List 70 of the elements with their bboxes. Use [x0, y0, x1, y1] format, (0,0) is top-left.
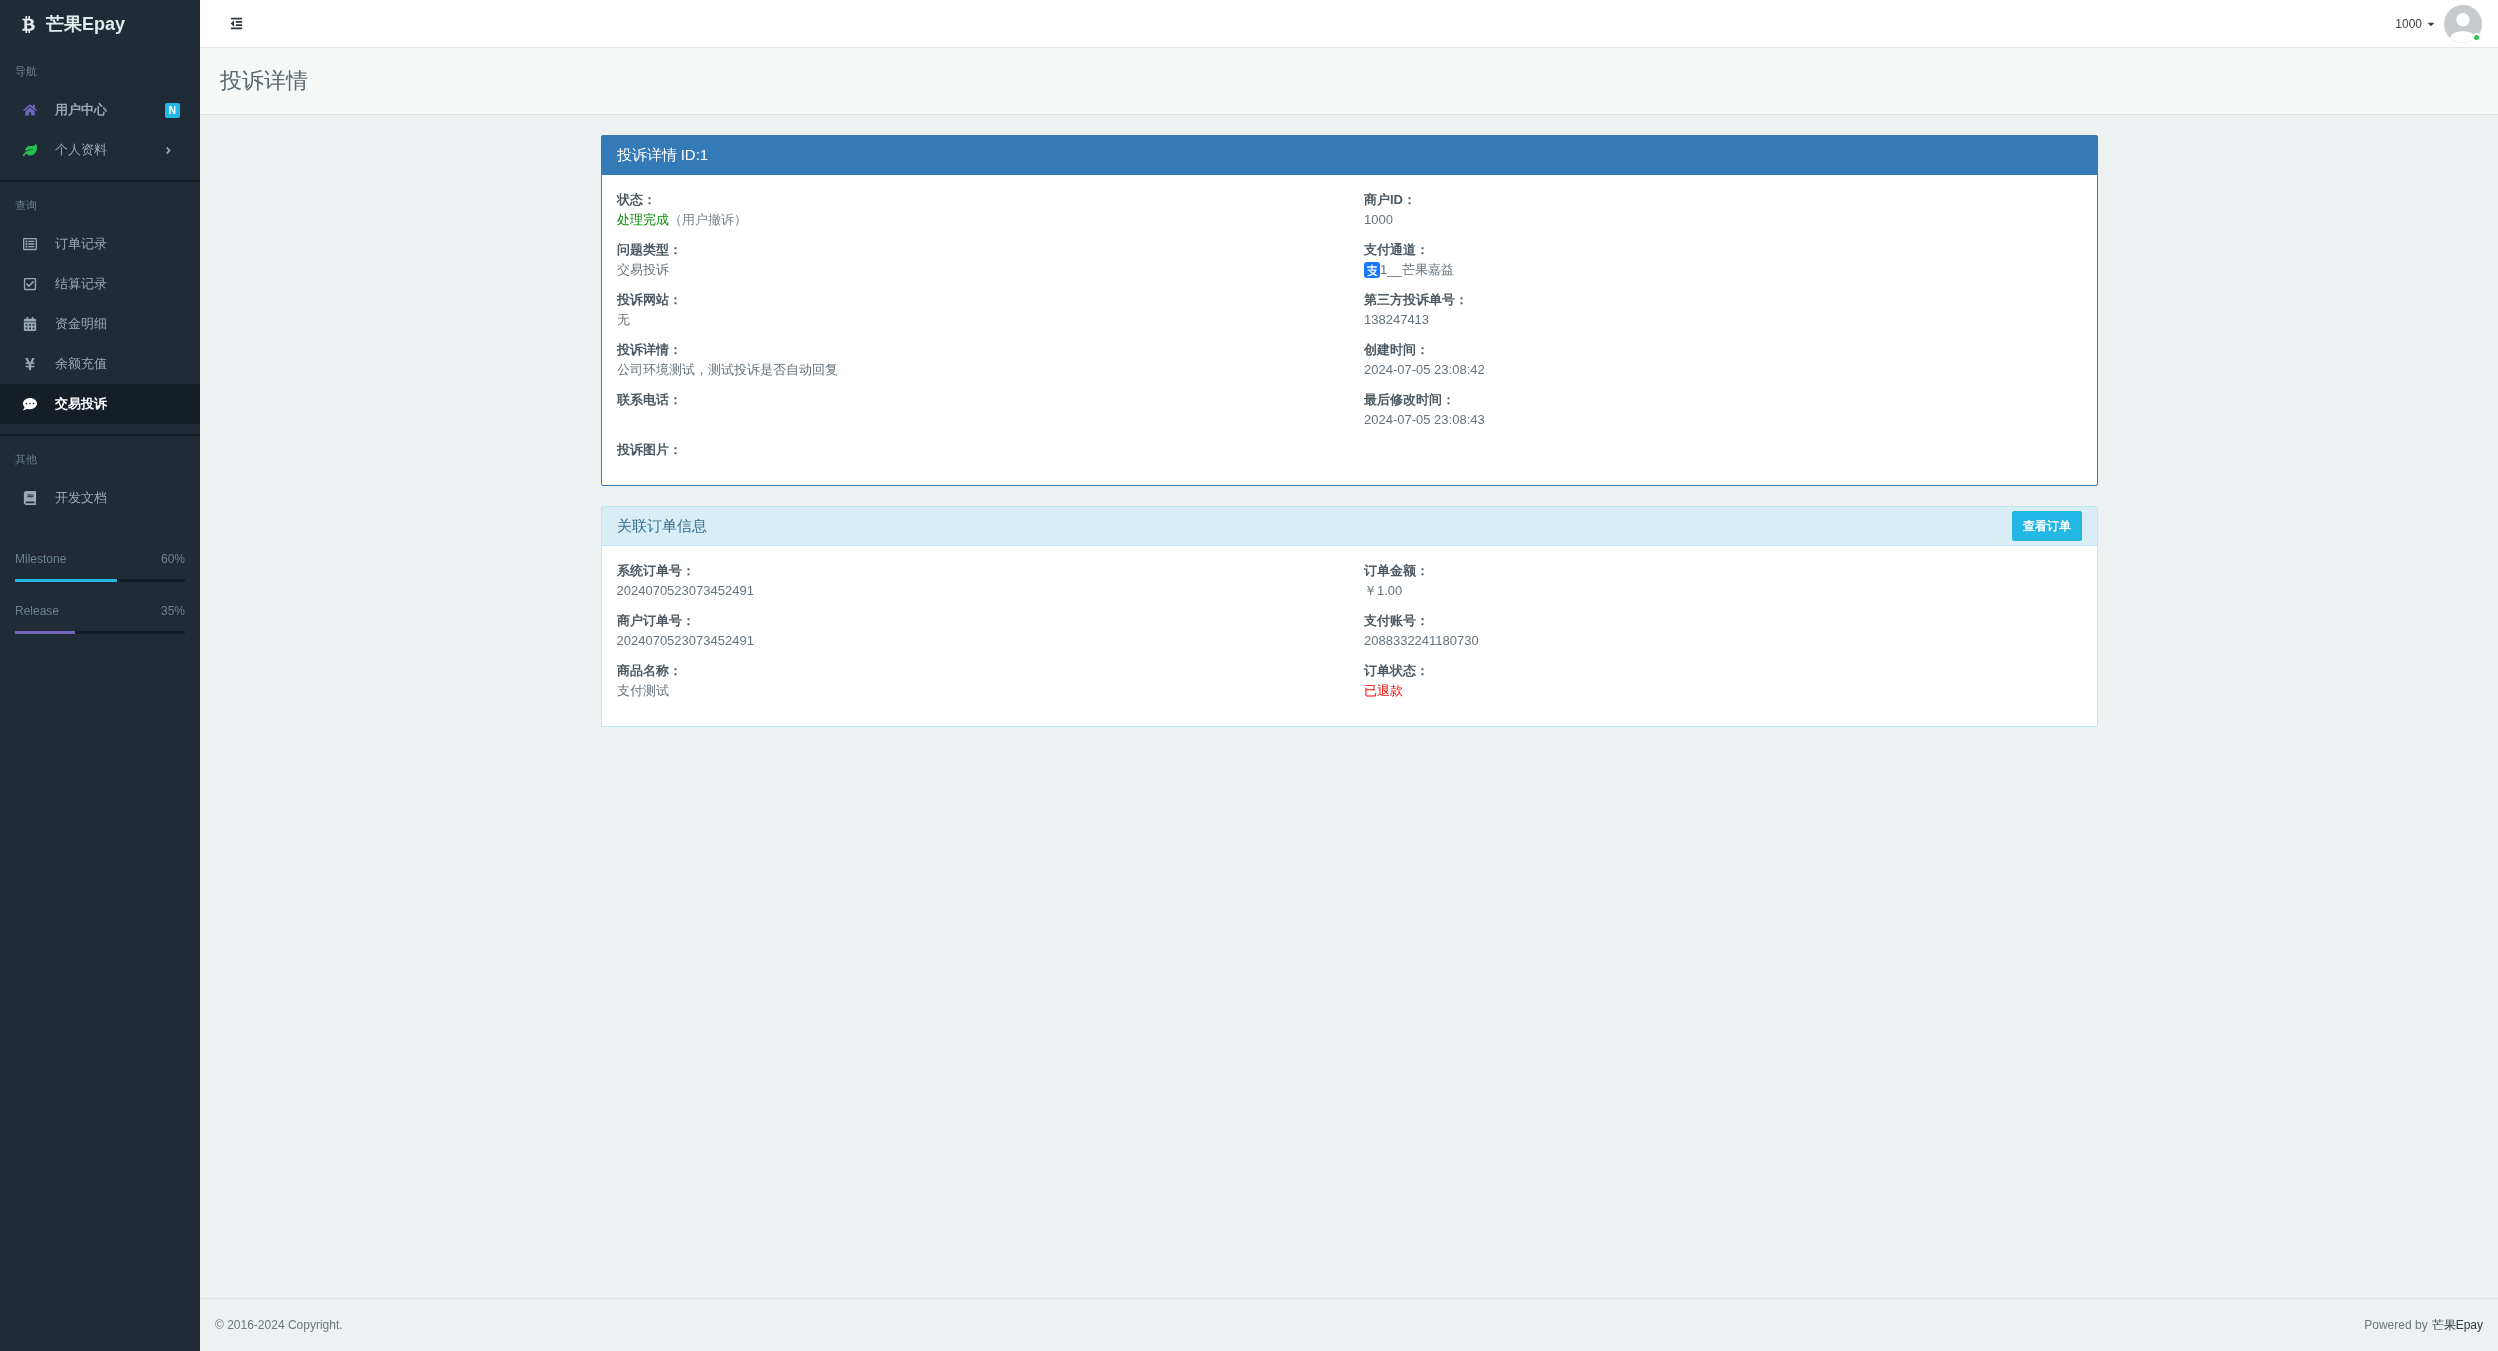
- sidebar-item[interactable]: 订单记录: [0, 224, 200, 264]
- field-value: 处理完成: [616, 211, 669, 229]
- bitcoin-icon: [20, 15, 37, 33]
- user-menu[interactable]: 1000: [2395, 16, 2436, 31]
- field-label: 投诉网站：: [616, 291, 683, 309]
- field-value: 2088332241180730: [1364, 632, 1479, 650]
- brand-link[interactable]: 芒果Epay: [2431, 1316, 2483, 1334]
- field-value: 公司环境测试，测试投诉是否自动回复: [616, 361, 838, 379]
- menu-icon: [230, 17, 243, 30]
- field-label: 支付通道：: [1364, 241, 1430, 259]
- field-value: 2024070523073452491: [616, 582, 754, 600]
- sidebar-item[interactable]: 资金明细: [0, 304, 200, 344]
- field-value: 1__芒果嘉益: [1380, 261, 1454, 279]
- field-value: 交易投诉: [616, 261, 669, 279]
- sidebar-item[interactable]: 交易投诉: [0, 384, 200, 424]
- field-label: 创建时间：: [1364, 341, 1430, 359]
- progress-label: Release: [15, 603, 60, 620]
- leaf-icon: [23, 143, 37, 157]
- field-value: 2024-07-05 23:08:43: [1364, 411, 1485, 429]
- progress-reading: 35%: [160, 603, 185, 620]
- field-value: ￥1.00: [1364, 582, 1403, 600]
- sidebar-item[interactable]: 结算记录: [0, 264, 200, 304]
- chevron-right-icon: [163, 144, 174, 156]
- field-label: 联系电话：: [616, 391, 683, 409]
- field-value: 无: [616, 311, 630, 329]
- field-label: 商户订单号：: [616, 612, 696, 630]
- field-label: 投诉详情：: [616, 341, 683, 359]
- sidebar-section-title: 其他: [14, 452, 38, 467]
- field-value: 1000: [1364, 211, 1393, 229]
- field-label: 商户ID：: [1364, 191, 1417, 209]
- field-label: 第三方投诉单号：: [1364, 291, 1469, 309]
- page-title: 投诉详情: [220, 67, 308, 95]
- field-note: （用户撤诉）: [668, 211, 747, 229]
- field-label: 状态：: [616, 191, 657, 209]
- sidebar-section-title: 导航: [14, 64, 38, 79]
- field-value: 已退款: [1364, 682, 1403, 700]
- panel-title: 投诉详情 ID:1: [616, 145, 709, 165]
- home-icon: [23, 103, 37, 117]
- list-icon: [23, 237, 37, 251]
- progress-reading: 60%: [160, 551, 185, 568]
- book-icon: [23, 491, 37, 505]
- yen-icon: [23, 357, 37, 371]
- sidebar-item[interactable]: 开发文档: [0, 478, 200, 518]
- powered-by-label: Powered by: [2364, 1318, 2428, 1332]
- sidebar-toggle-button[interactable]: [230, 17, 243, 30]
- field-label: 问题类型：: [616, 241, 683, 259]
- field-label: 订单金额：: [1364, 562, 1430, 580]
- field-label: 系统订单号：: [616, 562, 696, 580]
- field-label: 最后修改时间：: [1364, 391, 1456, 409]
- checkbox-icon: [23, 277, 37, 291]
- field-value: 2024-07-05 23:08:42: [1364, 361, 1485, 379]
- field-value: 138247413: [1364, 311, 1430, 329]
- progress-label: Milestone: [15, 551, 67, 568]
- sidebar-item[interactable]: 用户中心 N: [0, 90, 200, 130]
- copyright-text: © 2016-2024 Copyright.: [215, 1318, 343, 1332]
- logo-text: 芒果Epay: [46, 15, 126, 33]
- field-label: 订单状态：: [1364, 662, 1430, 680]
- field-value: 2024070523073452491: [616, 632, 754, 650]
- field-label: 投诉图片：: [616, 441, 683, 459]
- menu-badge: N: [164, 102, 180, 118]
- payment-icon: [1364, 262, 1380, 278]
- sidebar-item[interactable]: 个人资料: [0, 130, 200, 170]
- field-value: 支付测试: [616, 682, 669, 700]
- sidebar-item[interactable]: 余额充值: [0, 344, 200, 384]
- calendar-icon: [23, 317, 37, 331]
- chat-bubble-icon: [23, 397, 37, 411]
- panel-title: 关联订单信息: [616, 516, 707, 536]
- field-label: 商品名称：: [616, 662, 683, 680]
- sidebar-section-title: 查询: [14, 198, 38, 213]
- field-label: 支付账号：: [1364, 612, 1430, 630]
